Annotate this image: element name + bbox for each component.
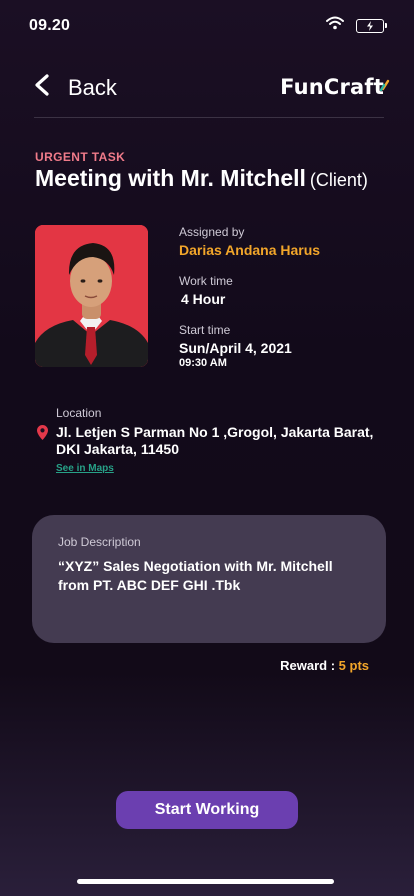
- reward-label: Reward :: [280, 658, 336, 673]
- status-time: 09.20: [29, 17, 71, 34]
- start-time-value: 09:30 AM: [179, 357, 227, 369]
- logo-mark-icon: [379, 72, 390, 96]
- battery-icon: [356, 18, 387, 33]
- app-logo: FunCraft: [280, 75, 390, 99]
- start-time-label: Start time: [179, 323, 231, 337]
- assigned-value: Darias Andana Harus: [179, 242, 321, 258]
- map-pin-icon: [37, 424, 48, 458]
- location-row: Jl. Letjen S Parman No 1 ,Grogol, Jakart…: [37, 424, 377, 458]
- status-icons: [326, 16, 387, 35]
- job-description-label: Job Description: [58, 535, 141, 549]
- work-time-label: Work time: [179, 274, 233, 288]
- start-date-value: Sun/April 4, 2021: [179, 340, 292, 356]
- reward-value: 5 pts: [338, 658, 369, 673]
- assigned-block: Assigned by Darias Andana Harus: [179, 225, 320, 258]
- work-time-block: Work time 4 Hour: [179, 274, 233, 307]
- reward: Reward : 5 pts: [280, 658, 369, 673]
- start-time-block: Start time Sun/April 4, 2021 09:30 AM: [179, 323, 292, 369]
- task-title-row: Meeting with Mr. Mitchell (Client): [35, 165, 368, 192]
- start-working-button[interactable]: Start Working: [116, 791, 298, 829]
- location-block: Location Jl. Letjen S Parman No 1 ,Grogo…: [37, 406, 377, 476]
- assigned-label: Assigned by: [179, 225, 245, 239]
- job-description-card: Job Description “XYZ” Sales Negotiation …: [32, 515, 386, 643]
- header-divider: [34, 117, 384, 118]
- status-bar: 09.20: [0, 0, 414, 52]
- wifi-icon: [326, 16, 344, 35]
- location-address: Jl. Letjen S Parman No 1 ,Grogol, Jakart…: [56, 424, 374, 457]
- back-label: Back: [68, 74, 117, 100]
- urgency-label: URGENT TASK: [35, 150, 126, 164]
- work-time-value: 4 Hour: [181, 291, 226, 307]
- location-label: Location: [56, 406, 102, 420]
- logo-text: FunCraft: [280, 75, 384, 99]
- home-indicator: [77, 879, 334, 884]
- see-in-maps-link[interactable]: See in Maps: [56, 463, 114, 474]
- task-role: (Client): [309, 170, 368, 190]
- client-photo: [35, 225, 148, 367]
- job-description-text: “XYZ” Sales Negotiation with Mr. Mitchel…: [58, 558, 333, 593]
- top-bar: Back FunCraft: [0, 60, 414, 118]
- task-title: Meeting with Mr. Mitchell: [35, 165, 306, 191]
- chevron-left-icon: [34, 74, 50, 101]
- back-button[interactable]: Back: [34, 74, 117, 101]
